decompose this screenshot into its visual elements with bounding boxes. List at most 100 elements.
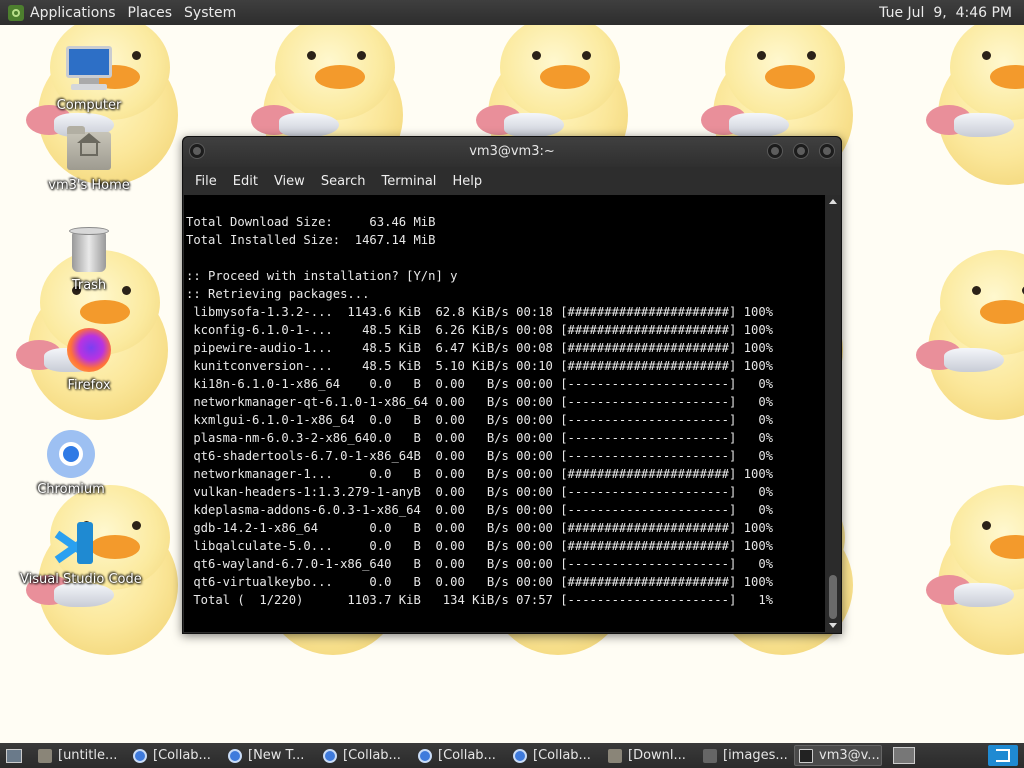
taskbar-button-label: vm3@v... xyxy=(819,748,880,763)
clock[interactable]: Tue Jul 9, 4:46 PM xyxy=(879,5,1024,21)
taskbar-button[interactable]: [Downl... xyxy=(604,745,692,766)
desktop-icon-label: vm3's Home xyxy=(48,178,130,193)
wallpaper-chick xyxy=(910,250,1024,430)
taskbar-button-label: [images... xyxy=(723,748,787,763)
image-viewer-icon xyxy=(703,748,717,763)
scroll-up-icon[interactable] xyxy=(829,199,837,204)
terminal-line: Total Download Size: 63.46 MiB xyxy=(186,215,436,229)
menu-applications[interactable]: Applications xyxy=(30,5,124,21)
desktop-icon-firefox[interactable]: Firefox xyxy=(34,324,144,393)
distro-logo-icon[interactable] xyxy=(8,4,24,21)
chromium-icon xyxy=(418,748,432,763)
terminal-line: :: Retrieving packages... xyxy=(186,287,370,301)
trash-icon xyxy=(63,224,115,276)
vscode-icon xyxy=(49,518,101,570)
terminal-line: gdb-14.2-1-x86_64 0.0 B 0.00 B/s 00:00 [… xyxy=(186,521,773,535)
desktop-icon-home[interactable]: vm3's Home xyxy=(34,124,144,193)
terminal-icon xyxy=(799,748,813,763)
terminal-output[interactable]: Total Download Size: 63.46 MiB Total Inst… xyxy=(184,195,825,632)
scrollbar-thumb[interactable] xyxy=(829,575,837,619)
terminal-scrollbar[interactable] xyxy=(826,195,840,632)
taskbar-button[interactable]: [images... xyxy=(699,745,787,766)
terminal-line: qt6-shadertools-6.7.0-1-x86_64B 0.00 B/s… xyxy=(186,449,773,463)
taskbar-button-label: [Collab... xyxy=(533,748,591,763)
task-list: [untitle... [Collab... [New T... [Collab...… xyxy=(34,745,889,766)
chromium-icon xyxy=(513,748,527,763)
menu-edit[interactable]: Edit xyxy=(225,174,266,189)
desktop-icon-chromium[interactable]: Chromium xyxy=(16,428,126,497)
terminal-line: vulkan-headers-1:1.3.279-1-anyB 0.00 B/s… xyxy=(186,485,773,499)
chromium-icon xyxy=(133,748,147,763)
window-menu-icon[interactable] xyxy=(189,143,205,159)
desktop-icon-label: Chromium xyxy=(37,482,105,497)
taskbar-button[interactable]: [Collab... xyxy=(129,745,217,766)
taskbar-button[interactable]: vm3@v... xyxy=(794,745,882,766)
computer-icon xyxy=(63,44,115,96)
menu-file[interactable]: File xyxy=(187,174,225,189)
taskbar-button[interactable]: [Collab... xyxy=(414,745,502,766)
window-title: vm3@vm3:~ xyxy=(469,144,555,159)
terminal-line: qt6-wayland-6.7.0-1-x86_640 B 0.00 B/s 0… xyxy=(186,557,773,571)
taskbar-button[interactable]: [Collab... xyxy=(509,745,597,766)
terminal-line: libqalculate-5.0... 0.0 B 0.00 B/s 00:00… xyxy=(186,539,773,553)
close-icon[interactable] xyxy=(819,143,835,159)
taskbar-button[interactable]: [untitle... xyxy=(34,745,122,766)
taskbar-button-label: [New T... xyxy=(248,748,305,763)
terminal-lines: Total Download Size: 63.46 MiB Total Inst… xyxy=(184,195,825,609)
terminal-line: libmysofa-1.3.2-... 1143.6 KiB 62.8 KiB/… xyxy=(186,305,773,319)
maximize-icon[interactable] xyxy=(793,143,809,159)
taskbar-button-label: [Collab... xyxy=(438,748,496,763)
desktop-icon-computer[interactable]: Computer xyxy=(34,44,144,113)
taskbar-button-label: [Collab... xyxy=(343,748,401,763)
terminal-line: ki18n-6.1.0-1-x86_64 0.0 B 0.00 B/s 00:0… xyxy=(186,377,773,391)
menu-terminal[interactable]: Terminal xyxy=(373,174,444,189)
top-panel: Applications Places System Tue Jul 9, 4:… xyxy=(0,0,1024,25)
terminal-menubar: File Edit View Search Terminal Help xyxy=(183,167,841,195)
terminal-line: kdeplasma-addons-6.0.3-1-x86_64 0.00 B/s… xyxy=(186,503,773,517)
firefox-icon xyxy=(63,324,115,376)
show-desktop-icon[interactable] xyxy=(6,748,22,763)
terminal-line: kxmlgui-6.1.0-1-x86_64 0.0 B 0.00 B/s 00… xyxy=(186,413,773,427)
terminal-line: :: Proceed with installation? [Y/n] y xyxy=(186,269,458,283)
wallpaper-chick xyxy=(920,485,1024,665)
menu-system[interactable]: System xyxy=(184,5,244,21)
menu-help[interactable]: Help xyxy=(444,174,490,189)
menu-view[interactable]: View xyxy=(266,174,313,189)
desktop-icon-label: Computer xyxy=(56,98,122,113)
desktop-icon-trash[interactable]: Trash xyxy=(34,224,144,293)
folder-icon xyxy=(38,748,52,763)
terminal-window[interactable]: vm3@vm3:~ File Edit View Search Terminal… xyxy=(182,136,842,634)
terminal-line: pipewire-audio-1... 48.5 KiB 6.47 KiB/s … xyxy=(186,341,773,355)
terminal-line: Total ( 1/220) 1103.7 KiB 134 KiB/s 07:5… xyxy=(186,593,773,607)
terminal-line: plasma-nm-6.0.3-2-x86_640.0 B 0.00 B/s 0… xyxy=(186,431,773,445)
desktop-icon-vscode[interactable]: Visual Studio Code xyxy=(20,518,142,587)
taskbar-button-label: [Downl... xyxy=(628,748,686,763)
terminal-line: networkmanager-qt-6.1.0-1-x86_64 0.00 B/… xyxy=(186,395,773,409)
folder-icon xyxy=(608,748,622,763)
scroll-down-icon[interactable] xyxy=(829,623,837,628)
taskbar-button[interactable]: [New T... xyxy=(224,745,312,766)
vscode-tray-icon[interactable] xyxy=(988,745,1018,766)
workspace-switcher[interactable] xyxy=(893,747,915,764)
taskbar-button[interactable]: [Collab... xyxy=(319,745,407,766)
terminal-line: kconfig-6.1.0-1-... 48.5 KiB 6.26 KiB/s … xyxy=(186,323,773,337)
window-titlebar[interactable]: vm3@vm3:~ xyxy=(183,137,841,167)
terminal-line: Total Installed Size: 1467.14 MiB xyxy=(186,233,436,247)
chromium-icon xyxy=(228,748,242,763)
menu-places[interactable]: Places xyxy=(128,5,181,21)
terminal-line: kunitconversion-... 48.5 KiB 5.10 KiB/s … xyxy=(186,359,773,373)
minimize-icon[interactable] xyxy=(767,143,783,159)
menu-search[interactable]: Search xyxy=(313,174,374,189)
terminal-line: networkmanager-1... 0.0 B 0.00 B/s 00:00… xyxy=(186,467,773,481)
chromium-icon xyxy=(323,748,337,763)
bottom-taskbar: [untitle... [Collab... [New T... [Collab...… xyxy=(0,743,1024,768)
desktop-icon-label: Visual Studio Code xyxy=(20,572,142,587)
desktop-icon-label: Firefox xyxy=(67,378,111,393)
terminal-line: qt6-virtualkeybo... 0.0 B 0.00 B/s 00:00… xyxy=(186,575,773,589)
wallpaper-chick xyxy=(920,25,1024,195)
chromium-icon xyxy=(45,428,97,480)
desktop-icon-label: Trash xyxy=(71,278,107,293)
taskbar-button-label: [untitle... xyxy=(58,748,118,763)
taskbar-button-label: [Collab... xyxy=(153,748,211,763)
